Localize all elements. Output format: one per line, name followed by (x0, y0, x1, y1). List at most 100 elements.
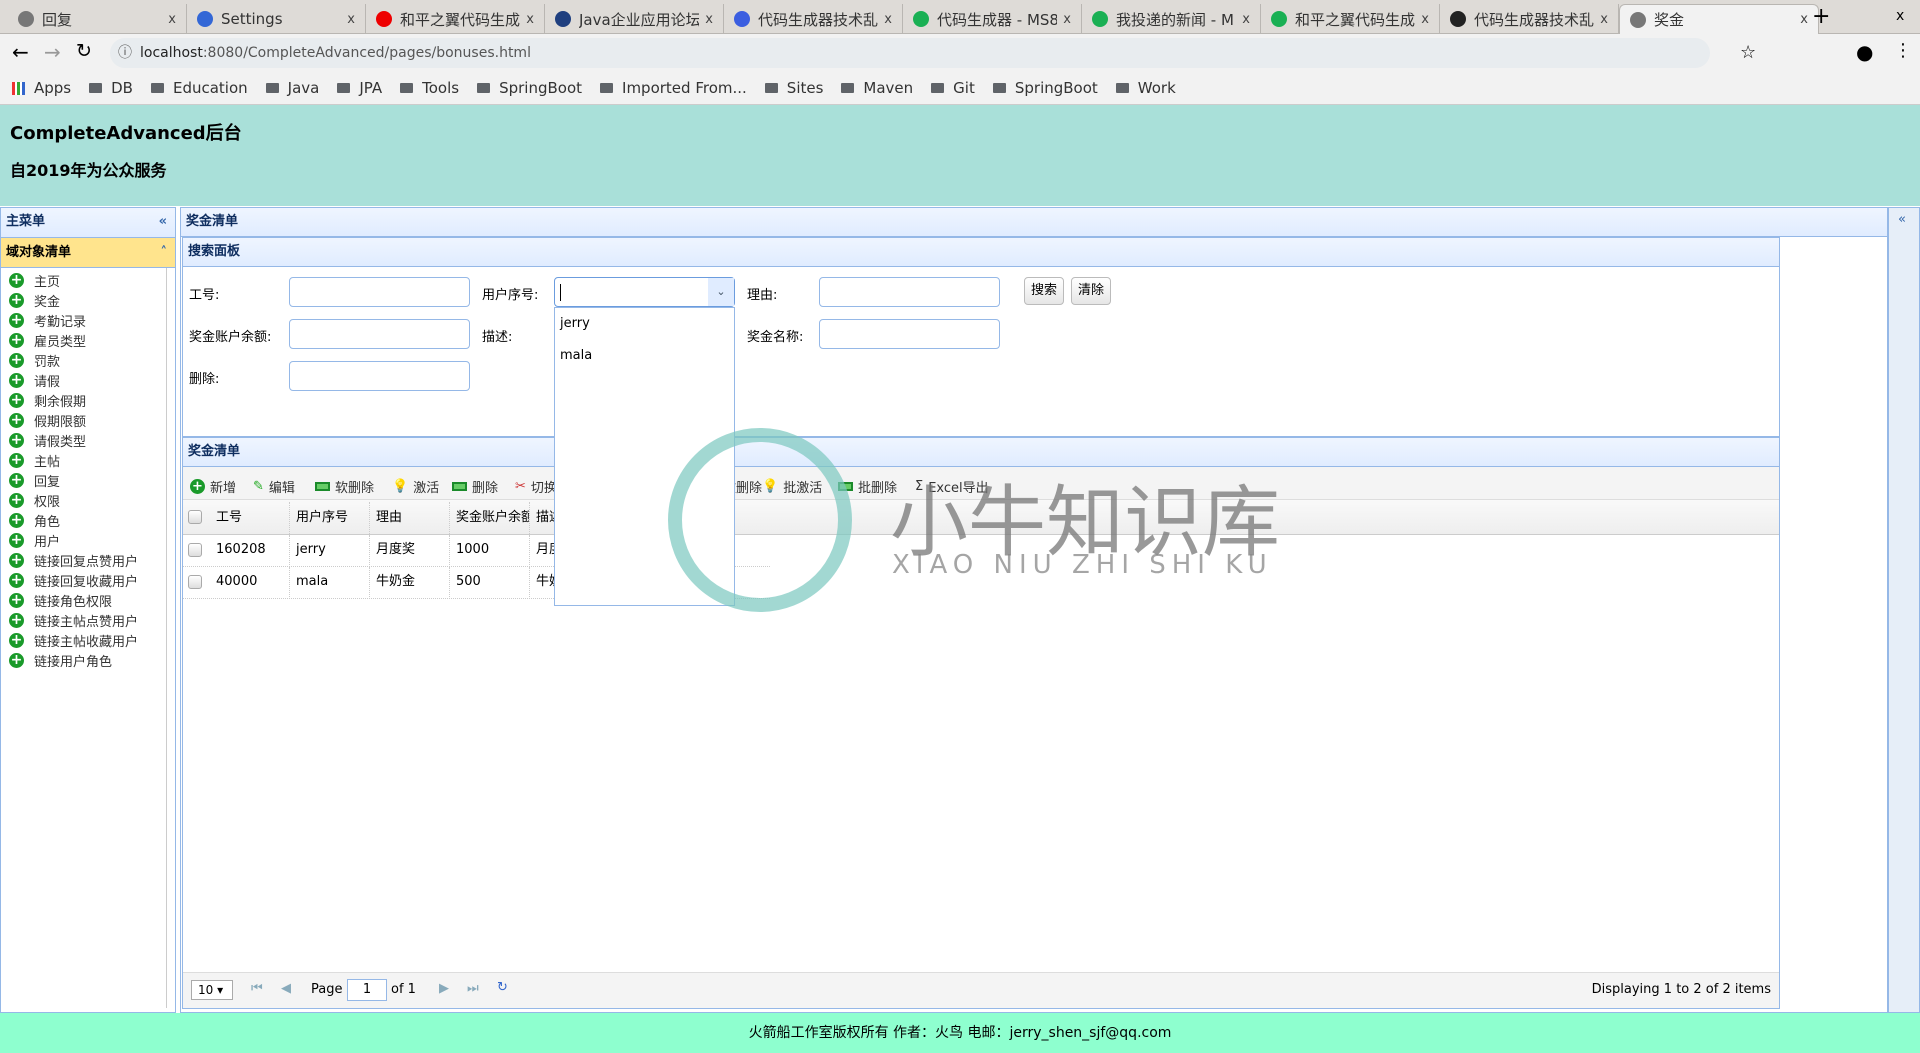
user-combobox[interactable]: ⌄ (554, 277, 735, 307)
sidebar-item[interactable]: + 链接主帖收藏用户 (1, 630, 166, 650)
toolbar-button[interactable]: Σ Excel导出 (915, 477, 989, 496)
bookmark-item[interactable]: Work (1115, 79, 1176, 97)
bookmark-item[interactable]: DB (89, 79, 133, 97)
sidebar-item[interactable]: + 角色 (1, 510, 166, 530)
dropdown-option[interactable]: mala (555, 340, 734, 372)
dropdown-option[interactable]: jerry (555, 308, 734, 340)
bookmark-item[interactable]: Java (265, 79, 319, 97)
row-checkbox[interactable] (188, 575, 202, 589)
expand-icon[interactable]: « (1898, 212, 1906, 227)
sidebar-item[interactable]: + 假期限额 (1, 410, 166, 430)
last-page-icon[interactable]: ⏭ (467, 981, 479, 996)
page-size-select[interactable]: 10 ▾ (191, 980, 233, 1000)
browser-tab[interactable]: 和平之翼代码生成 x (1261, 4, 1440, 34)
reload-icon[interactable]: ↻ (76, 40, 92, 62)
browser-tab[interactable]: 代码生成器 - MS8 x (903, 4, 1082, 34)
browser-tab[interactable]: 和平之翼代码生成 x (366, 4, 545, 34)
toolbar-button[interactable]: 💡 激活 (392, 477, 439, 496)
reason-input[interactable] (819, 277, 1000, 307)
select-all-checkbox[interactable] (188, 510, 202, 524)
url-input[interactable]: ⓘ localhost:8080/CompleteAdvanced/pages/b… (110, 38, 1710, 68)
close-icon[interactable]: x (1600, 12, 1608, 27)
column-header[interactable]: 用户序号 (290, 502, 370, 534)
bookmark-item[interactable]: SpringBoot (477, 79, 582, 97)
star-icon[interactable]: ☆ (1740, 42, 1756, 63)
chevron-up-icon[interactable]: ˄ (161, 238, 168, 268)
browser-tab[interactable]: 奖金 x (1619, 4, 1819, 34)
browser-tab[interactable]: Java企业应用论坛 x (545, 4, 724, 34)
first-page-icon[interactable]: ⏮ (251, 981, 263, 996)
close-icon[interactable]: x (1063, 12, 1071, 27)
next-page-icon[interactable]: ▶ (439, 981, 449, 996)
clear-button[interactable]: 清除 (1071, 277, 1112, 305)
bookmark-item[interactable]: Apps (12, 79, 71, 97)
toolbar-button[interactable]: 批删除 (838, 477, 897, 496)
refresh-icon[interactable]: ↻ (497, 980, 508, 995)
sidebar-item[interactable]: + 用户 (1, 530, 166, 550)
bookmark-item[interactable]: Sites (764, 79, 823, 97)
sidebar-item[interactable]: + 链接回复点赞用户 (1, 550, 166, 570)
profile-icon[interactable]: ● (1856, 40, 1873, 64)
close-icon[interactable]: x (1242, 12, 1250, 27)
collapse-icon[interactable]: « (159, 208, 167, 236)
toolbar-button[interactable]: 软删除 (315, 477, 374, 496)
sidebar-item[interactable]: + 回复 (1, 470, 166, 490)
toolbar-button[interactable]: + 新增 (190, 477, 236, 496)
bookmark-item[interactable]: Maven (841, 79, 913, 97)
close-icon[interactable]: x (526, 12, 534, 27)
sidebar-item[interactable]: + 主帖 (1, 450, 166, 470)
sidebar-item[interactable]: + 链接主帖点赞用户 (1, 610, 166, 630)
browser-tab[interactable]: 我投递的新闻 - M x (1082, 4, 1261, 34)
accordion-domain-list[interactable]: 域对象清单 ˄ (1, 238, 175, 268)
toolbar-button[interactable]: 💡 批激活 (762, 477, 822, 496)
sidebar-item[interactable]: + 主页 (1, 270, 166, 290)
browser-tab[interactable]: 代码生成器技术乱 x (724, 4, 903, 34)
column-header[interactable]: 理由 (370, 502, 450, 534)
new-tab-icon[interactable]: + (1812, 4, 1830, 29)
forward-icon[interactable]: → (44, 40, 61, 64)
id-input[interactable] (289, 277, 470, 307)
bookmark-item[interactable]: SpringBoot (992, 79, 1098, 97)
close-icon[interactable]: x (1800, 12, 1808, 27)
window-close-icon[interactable]: x (1896, 8, 1904, 24)
right-collapsed-panel[interactable]: « (1888, 207, 1920, 1013)
toolbar-button[interactable]: ✎ 编辑 (253, 477, 295, 496)
sidebar-item[interactable]: + 雇员类型 (1, 330, 166, 350)
sidebar-item[interactable]: + 请假类型 (1, 430, 166, 450)
sidebar-item[interactable]: + 链接用户角色 (1, 650, 166, 670)
balance-input[interactable] (289, 319, 470, 349)
sidebar-item[interactable]: + 剩余假期 (1, 390, 166, 410)
toolbar-button[interactable]: ✂ 切换 (515, 477, 557, 496)
browser-tab[interactable]: Settings x (187, 4, 366, 34)
sidebar-item[interactable]: + 请假 (1, 370, 166, 390)
name-input[interactable] (819, 319, 1000, 349)
page-input[interactable]: 1 (347, 979, 387, 1001)
bookmark-item[interactable]: Git (931, 79, 975, 97)
close-icon[interactable]: x (884, 12, 892, 27)
prev-page-icon[interactable]: ◀ (281, 981, 291, 996)
chevron-down-icon[interactable]: ⌄ (708, 278, 734, 306)
toolbar-button[interactable]: 删除 (452, 477, 498, 496)
search-button[interactable]: 搜索 (1024, 277, 1065, 305)
info-icon[interactable]: ⓘ (118, 38, 132, 68)
row-checkbox[interactable] (188, 543, 202, 557)
close-icon[interactable]: x (168, 12, 176, 27)
bookmark-item[interactable]: Imported From... (600, 79, 747, 97)
sidebar-item[interactable]: + 链接角色权限 (1, 590, 166, 610)
column-header[interactable]: 奖金账户余额 (450, 502, 530, 534)
bookmark-item[interactable]: Education (150, 79, 248, 97)
bookmark-item[interactable]: Tools (400, 79, 459, 97)
close-icon[interactable]: x (347, 12, 355, 27)
browser-tab[interactable]: 代码生成器技术乱 x (1440, 4, 1619, 34)
sidebar-item[interactable]: + 奖金 (1, 290, 166, 310)
close-icon[interactable]: x (705, 12, 713, 27)
browser-tab[interactable]: 回复 x (8, 4, 187, 34)
sidebar-item[interactable]: + 链接回复收藏用户 (1, 570, 166, 590)
deleted-input[interactable] (289, 361, 470, 391)
column-header[interactable]: 工号 (210, 502, 290, 534)
close-icon[interactable]: x (1421, 12, 1429, 27)
sidebar-item[interactable]: + 罚款 (1, 350, 166, 370)
bookmark-item[interactable]: JPA (337, 79, 382, 97)
menu-icon[interactable]: ⋮ (1894, 40, 1912, 61)
back-icon[interactable]: ← (12, 40, 29, 64)
